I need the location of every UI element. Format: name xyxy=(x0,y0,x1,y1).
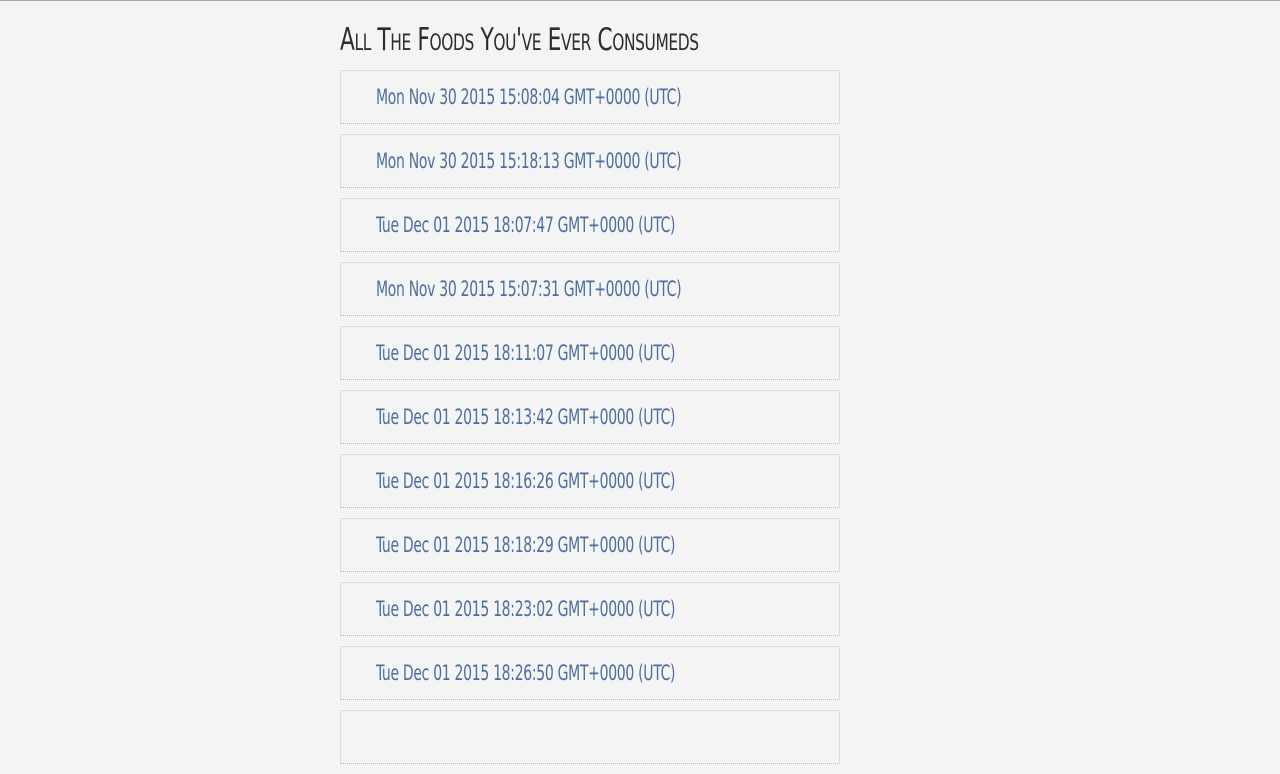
list-item[interactable] xyxy=(340,710,840,764)
list-item[interactable]: Tue Dec 01 2015 18:07:47 GMT+0000 (UTC) xyxy=(340,198,840,252)
entry-link[interactable]: Tue Dec 01 2015 18:16:26 GMT+0000 (UTC) xyxy=(376,469,675,493)
top-divider xyxy=(0,0,1280,1)
list-item[interactable]: Mon Nov 30 2015 15:18:13 GMT+0000 (UTC) xyxy=(340,134,840,188)
main-content: All The Foods You've Ever Consumeds Mon … xyxy=(340,18,840,774)
list-item[interactable]: Tue Dec 01 2015 18:13:42 GMT+0000 (UTC) xyxy=(340,390,840,444)
list-item[interactable]: Tue Dec 01 2015 18:16:26 GMT+0000 (UTC) xyxy=(340,454,840,508)
entry-link[interactable]: Tue Dec 01 2015 18:13:42 GMT+0000 (UTC) xyxy=(376,405,675,429)
list-item[interactable]: Tue Dec 01 2015 18:18:29 GMT+0000 (UTC) xyxy=(340,518,840,572)
entry-link[interactable]: Tue Dec 01 2015 18:26:50 GMT+0000 (UTC) xyxy=(376,661,675,685)
entry-link[interactable]: Mon Nov 30 2015 15:08:04 GMT+0000 (UTC) xyxy=(376,85,682,109)
entry-link[interactable]: Mon Nov 30 2015 15:07:31 GMT+0000 (UTC) xyxy=(376,277,682,301)
entry-list: Mon Nov 30 2015 15:08:04 GMT+0000 (UTC) … xyxy=(340,70,840,764)
list-item[interactable]: Mon Nov 30 2015 15:08:04 GMT+0000 (UTC) xyxy=(340,70,840,124)
entry-link[interactable]: Tue Dec 01 2015 18:23:02 GMT+0000 (UTC) xyxy=(376,597,675,621)
entry-link[interactable]: Tue Dec 01 2015 18:07:47 GMT+0000 (UTC) xyxy=(376,213,675,237)
entry-link[interactable]: Tue Dec 01 2015 18:11:07 GMT+0000 (UTC) xyxy=(376,341,675,365)
list-item[interactable]: Tue Dec 01 2015 18:11:07 GMT+0000 (UTC) xyxy=(340,326,840,380)
entry-link[interactable]: Mon Nov 30 2015 15:18:13 GMT+0000 (UTC) xyxy=(376,149,682,173)
list-item[interactable]: Mon Nov 30 2015 15:07:31 GMT+0000 (UTC) xyxy=(340,262,840,316)
list-item[interactable]: Tue Dec 01 2015 18:26:50 GMT+0000 (UTC) xyxy=(340,646,840,700)
page-title: All The Foods You've Ever Consumeds xyxy=(340,22,699,58)
list-item[interactable]: Tue Dec 01 2015 18:23:02 GMT+0000 (UTC) xyxy=(340,582,840,636)
entry-link[interactable]: Tue Dec 01 2015 18:18:29 GMT+0000 (UTC) xyxy=(376,533,675,557)
